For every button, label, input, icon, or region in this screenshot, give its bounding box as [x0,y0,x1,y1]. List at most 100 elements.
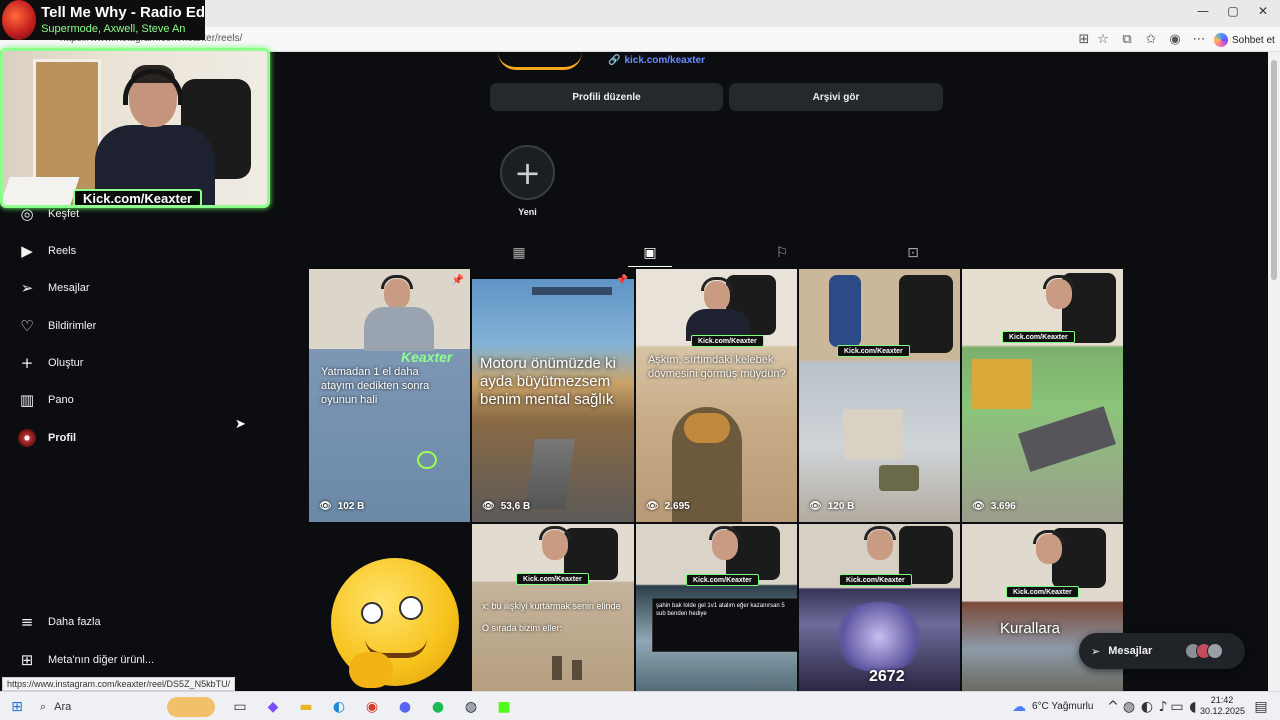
streamer-hoodie [364,307,434,351]
now-playing-artists: Supermode, Axwell, Steve An [41,23,186,35]
now-playing-widget: Tell Me Why - Radio Ed Supermode, Axwell… [0,0,205,40]
kick-tag: Kick.com/Keaxter [686,574,759,586]
profile-icon[interactable]: ◉ [1166,32,1184,47]
overlay-number: 2672 [869,668,905,685]
scrollbar-thumb[interactable] [1271,60,1277,280]
reel-tile[interactable]: Kick.com/Keaxter x: bu ilişkiyi kurtarma… [472,524,634,691]
discord-icon[interactable]: ● [396,698,414,716]
taskbar-clock[interactable]: 21:42 30.12.2025 [1200,695,1246,717]
webcam-desk [3,177,80,205]
minimize-button[interactable]: — [1188,4,1218,18]
steam-icon[interactable]: ◍ [462,698,480,716]
now-playing-text: Tell Me Why - Radio Ed Supermode, Axwell… [41,4,205,36]
mouse-cursor-icon: ➤ [235,417,246,432]
reel-tile[interactable]: Kick.com/Keaxter 👁 3.696 [962,269,1123,522]
sidebar-item-profile[interactable]: Profil [18,426,76,450]
sidebar-item-notifications[interactable]: ♡ Bildirimler [18,314,96,338]
emoji-eye [361,602,383,624]
favorites-icon[interactable]: ✩ [1142,32,1160,47]
weather-text[interactable]: 6°C Yağmurlu [1032,701,1093,712]
file-explorer-icon[interactable]: ▬ [297,698,315,716]
building-wall [843,409,903,459]
reel-tile[interactable]: Kick.com/Keaxter 2672 [799,524,960,691]
reel-tile[interactable]: 📌 Motoru önümüzde ki ayda büyütmezsem be… [472,269,634,522]
game-marker [417,451,437,469]
album-art [2,0,37,40]
kick-tag: Kick.com/Keaxter [837,345,910,357]
tagged-icon[interactable]: ⊡ [903,245,923,261]
kick-tag: Kick.com/Keaxter [839,574,912,586]
clock-date: 30.12.2025 [1200,706,1246,716]
reels-tab-icon[interactable]: ▣ [640,245,660,261]
view-count-text: 2.695 [664,501,690,512]
sidebar-item-dashboard[interactable]: ▥ Pano [18,388,74,412]
view-count: 👁 3.696 [972,501,1016,512]
kick-tag: Kick.com/Keaxter [1002,331,1075,343]
webcam-overlay: Kick.com/Keaxter [0,48,270,208]
kick-icon[interactable]: ■ [495,698,513,716]
game-character [552,656,562,680]
message-avatars [1185,643,1224,659]
reel-tile[interactable]: Kick.com/Keaxter 👁 120 B [799,269,960,522]
pin-icon: 📌 [451,275,464,286]
bio-link-text: kick.com/keaxter [624,55,706,66]
spotify-icon[interactable]: ● [429,698,447,716]
taskbar-search[interactable]: ⌕ Ara [32,696,222,718]
reel-tile[interactable]: Kick.com/Keaxter Aşkım, sırtımdaki keleb… [636,269,797,522]
link-icon: 🔗 [608,55,621,66]
status-bar-url: https://www.instagram.com/keaxter/reel/D… [2,677,236,691]
profile-avatar-large[interactable] [498,52,582,70]
reel-tile[interactable]: 📌 Keaxter Yatmadan 1 el daha atayım dedi… [309,269,470,522]
sidebar-item-create[interactable]: + Oluştur [18,351,84,375]
reel-caption: Aşkım, sırtımdaki kelebek dövmesini görm… [648,354,786,380]
page-scrollbar[interactable] [1268,52,1280,691]
tray-app-icon[interactable]: ◍ [1120,698,1138,716]
maximize-button[interactable]: ▢ [1218,4,1248,18]
task-view-icon[interactable]: ▭ [231,698,249,716]
bio-link[interactable]: 🔗 kick.com/keaxter [608,55,705,66]
reel-caption-secondary: O sırada bizim eller: [482,623,563,633]
chrome-icon[interactable]: ◉ [363,698,381,716]
messages-pill[interactable]: ➢ Mesajlar [1079,633,1245,669]
sidebar-item-more[interactable]: ≡ Daha fazla [18,610,101,634]
edge-icon[interactable]: ◐ [330,698,348,716]
webcam-kick-tag: Kick.com/Keaxter [73,189,203,205]
sidebar-item-label: Meta'nın diğer ürünl... [48,654,155,666]
kick-watermark: Keaxter [401,349,453,365]
road [525,439,575,509]
heart-icon: ♡ [20,317,34,335]
split-view-icon[interactable]: ⊞ [1075,32,1093,47]
view-count-text: 53,6 B [500,501,531,512]
eye-icon: 👁 [482,501,495,512]
notifications-icon[interactable]: ▤ [1252,698,1270,716]
kick-tag: Kick.com/Keaxter [691,335,764,347]
windows-start-icon[interactable]: ⊞ [8,698,26,716]
copilot-app-icon[interactable]: ◆ [264,698,282,716]
favorite-star-icon[interactable]: ☆ [1094,32,1112,47]
now-playing-title: Tell Me Why - Radio Ed [41,4,205,21]
emoji-eye [399,596,423,620]
sidebar-item-label: Pano [48,394,74,406]
messages-icon: ➢ [1091,644,1101,658]
sidebar-item-label: Daha fazla [48,616,101,628]
sidebar-item-reels[interactable]: ▶ Reels [18,239,76,263]
extensions-icon[interactable]: ⧉ [1118,32,1136,47]
more-options-icon[interactable]: ⋯ [1190,32,1208,47]
avatar [1207,643,1224,659]
plus-icon: + [20,354,34,372]
weather-icon[interactable]: ☁ [1010,698,1028,716]
edit-profile-button[interactable]: Profili düzenle [490,83,723,111]
reel-tile[interactable]: Kick.com/Keaxter şahin bak lolde gel 1v1… [636,524,797,691]
close-window-button[interactable]: ✕ [1248,4,1278,18]
reel-tile[interactable] [309,524,470,691]
copilot-button[interactable]: Sohbet et [1214,31,1275,49]
soldier-headwrap [684,413,730,443]
grid-icon[interactable]: ▦ [509,245,529,261]
saved-icon[interactable]: ⚐ [772,245,792,261]
fallen-character [1018,406,1116,472]
view-archive-button[interactable]: Arşivi gör [729,83,943,111]
sidebar-item-meta[interactable]: ⊞ Meta'nın diğer ürünl... [18,648,154,672]
sidebar-item-messages[interactable]: ➢ Mesajlar [18,276,90,300]
sidebar-item-label: Keşfet [48,208,80,220]
new-highlight-button[interactable]: + [500,145,555,200]
